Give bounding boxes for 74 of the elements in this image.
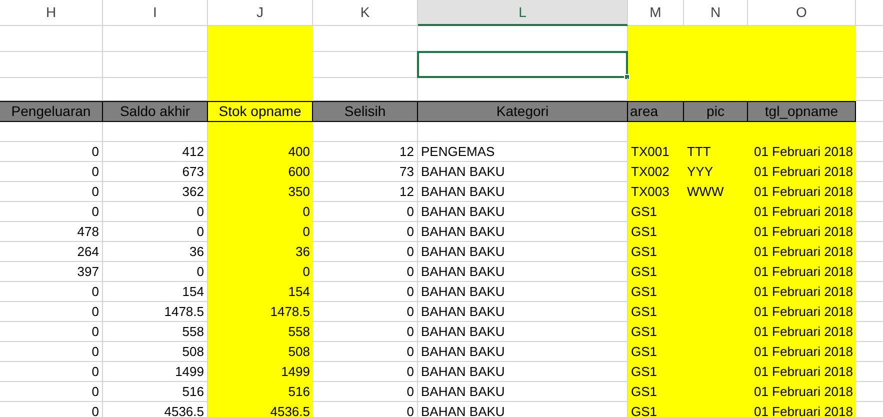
table-cell-text: 01 Februari 2018 bbox=[752, 343, 854, 362]
table-cell-text: 516 bbox=[287, 383, 311, 402]
table-cell: BAHAN BAKU bbox=[418, 222, 628, 242]
table-cell-text: 01 Februari 2018 bbox=[752, 223, 854, 242]
table-cell-text: 01 Februari 2018 bbox=[752, 403, 854, 417]
table-cell-text: 400 bbox=[287, 143, 311, 162]
table-cell-text: GS1 bbox=[630, 323, 658, 342]
table-cell-text: GS1 bbox=[630, 383, 658, 402]
table-cell-text: GS1 bbox=[630, 363, 658, 382]
table-cell-text: TX001 bbox=[630, 143, 670, 162]
table-cell-text: GS1 bbox=[630, 243, 658, 262]
table-cell-text: 0 bbox=[302, 263, 311, 282]
table-cell-text: 350 bbox=[287, 183, 311, 202]
table-cell: BAHAN BAKU bbox=[418, 202, 628, 222]
column-heading: Saldo akhir bbox=[103, 101, 208, 122]
table-cell-text: GS1 bbox=[630, 403, 658, 417]
column-heading: Kategori bbox=[418, 101, 628, 122]
table-cell-text: YYY bbox=[686, 163, 714, 182]
column-header[interactable]: N bbox=[684, 0, 748, 26]
table-cell-text: 01 Februari 2018 bbox=[752, 283, 854, 302]
table-cell-text: 01 Februari 2018 bbox=[752, 263, 854, 282]
table-cell-text: GS1 bbox=[630, 203, 658, 222]
table-cell-text: 01 Februari 2018 bbox=[752, 303, 854, 322]
table-cell-text: 01 Februari 2018 bbox=[752, 143, 854, 162]
table-cell-text: TX003 bbox=[630, 183, 670, 202]
table-cell-text: 01 Februari 2018 bbox=[752, 163, 854, 182]
table-cell-text: 1478.5 bbox=[269, 303, 311, 322]
table-cell-text: 01 Februari 2018 bbox=[752, 323, 854, 342]
table-cell-text: GS1 bbox=[630, 283, 658, 302]
table-cell-text: WWW bbox=[686, 183, 725, 202]
table-cell-text: 01 Februari 2018 bbox=[752, 203, 854, 222]
table-cell-text: 600 bbox=[287, 163, 311, 182]
table-cell: PENGEMAS bbox=[418, 142, 628, 162]
table-cell-text: GS1 bbox=[630, 343, 658, 362]
table-cell-text: TX002 bbox=[630, 163, 670, 182]
table-cell-text: GS1 bbox=[630, 223, 658, 242]
table-cell-text: 4536.5 bbox=[269, 403, 311, 417]
column-heading: area bbox=[628, 101, 684, 122]
column-header[interactable]: J bbox=[208, 0, 313, 26]
table-cell: BAHAN BAKU bbox=[418, 362, 628, 382]
column-header[interactable]: O bbox=[748, 0, 856, 26]
table-cell: BAHAN BAKU bbox=[418, 262, 628, 282]
column-header[interactable]: L bbox=[418, 0, 628, 26]
column-header[interactable]: H bbox=[0, 0, 103, 26]
table-cell-text: 154 bbox=[287, 283, 311, 302]
table-cell-text: 01 Februari 2018 bbox=[752, 183, 854, 202]
table-cell: BAHAN BAKU bbox=[418, 242, 628, 262]
column-heading: Stok opname bbox=[208, 101, 313, 122]
table-cell-text: 1499 bbox=[280, 363, 311, 382]
table-cell: BAHAN BAKU bbox=[418, 182, 628, 202]
table-cell-text: 0 bbox=[302, 203, 311, 222]
table-cell: BAHAN BAKU bbox=[418, 382, 628, 402]
table-cell: BAHAN BAKU bbox=[418, 322, 628, 342]
table-cell-text: 508 bbox=[287, 343, 311, 362]
column-heading: pic bbox=[684, 101, 748, 122]
table-cell-text: 0 bbox=[302, 223, 311, 242]
column-header[interactable]: M bbox=[628, 0, 684, 26]
table-cell: BAHAN BAKU bbox=[418, 282, 628, 302]
column-heading: tgl_opname bbox=[748, 101, 856, 122]
table-cell: BAHAN BAKU bbox=[418, 302, 628, 322]
table-cell-text: GS1 bbox=[630, 263, 658, 282]
table-cell-text: 01 Februari 2018 bbox=[752, 383, 854, 402]
table-cell: BAHAN BAKU bbox=[418, 342, 628, 362]
column-heading: Pengeluaran bbox=[0, 101, 103, 122]
column-header[interactable]: K bbox=[313, 0, 418, 26]
table-cell-text: 01 Februari 2018 bbox=[752, 243, 854, 262]
table-cell-text: 01 Februari 2018 bbox=[752, 363, 854, 382]
column-header[interactable]: I bbox=[103, 0, 208, 26]
table-cell-text: 36 bbox=[294, 243, 311, 262]
table-cell-text: TTT bbox=[686, 143, 712, 162]
table-cell: BAHAN BAKU bbox=[418, 162, 628, 182]
column-heading: Selisih bbox=[313, 101, 418, 122]
table-cell-text: 558 bbox=[287, 323, 311, 342]
table-cell-text: GS1 bbox=[630, 303, 658, 322]
